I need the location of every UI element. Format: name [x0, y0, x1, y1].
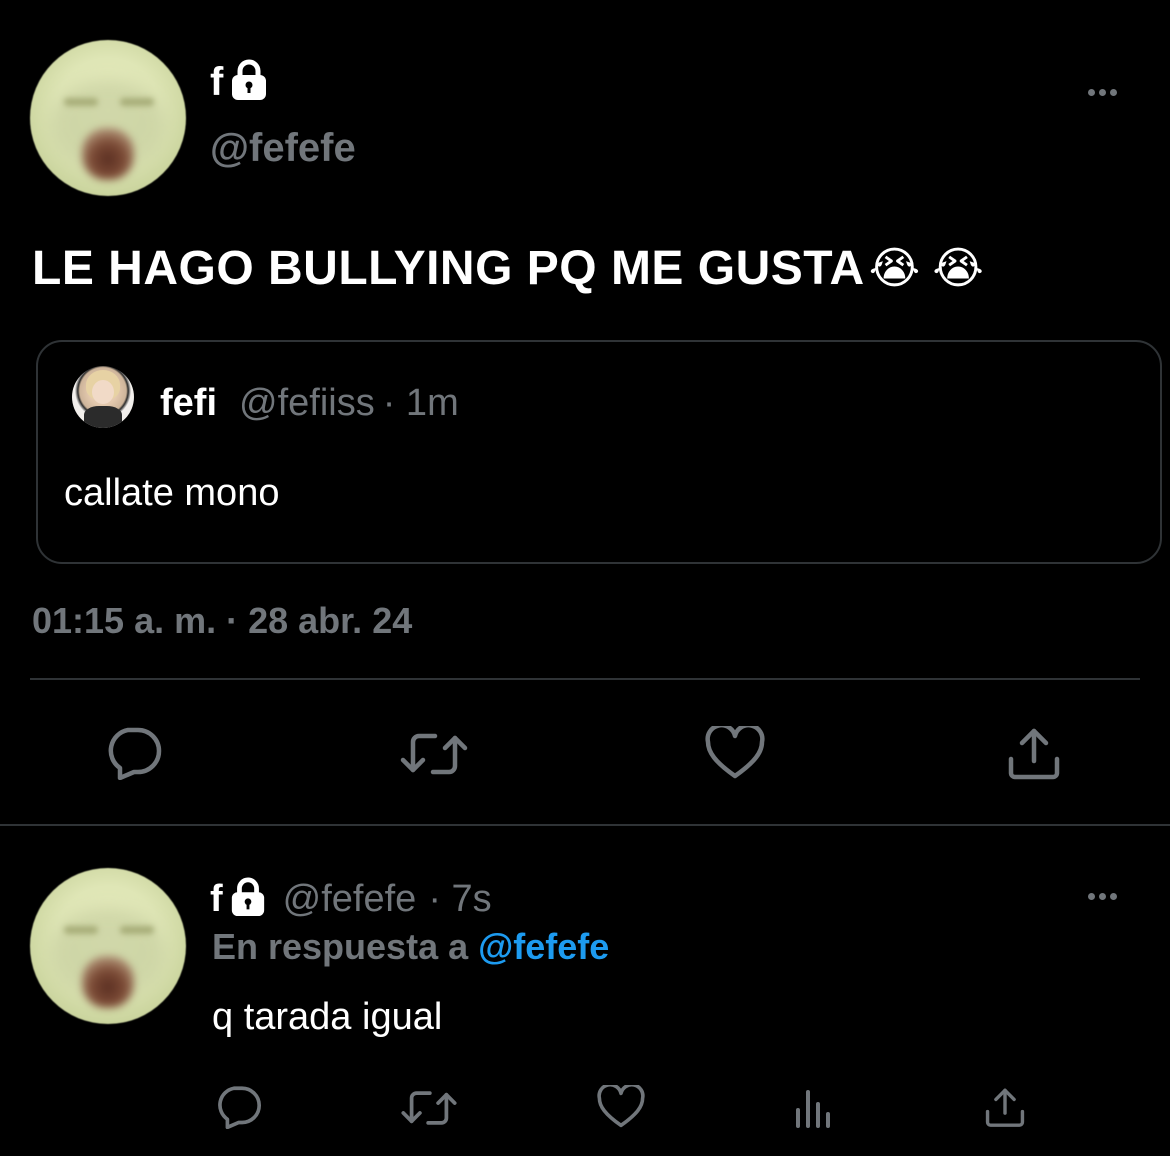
quoted-time: · 1m	[382, 381, 459, 424]
share-icon[interactable]	[982, 1084, 1028, 1130]
author-avatar[interactable]	[30, 40, 186, 196]
reply-display-name[interactable]: f	[210, 878, 223, 921]
tweet-text: LE HAGO BULLYING PQ ME GUSTA	[32, 241, 865, 295]
replying-to-prefix: En respuesta a	[212, 926, 469, 967]
author-handle[interactable]: @fefefe	[210, 124, 356, 172]
reply-icon[interactable]	[100, 722, 166, 784]
like-icon[interactable]	[596, 1084, 646, 1130]
share-icon[interactable]	[1004, 724, 1064, 782]
retweet-icon[interactable]	[398, 1086, 460, 1130]
reply-time: · 7s	[428, 877, 492, 920]
quoted-header: fefi @fefiiss · 1m	[160, 380, 459, 426]
reply-author-avatar[interactable]	[30, 868, 186, 1024]
quoted-avatar[interactable]	[72, 366, 134, 428]
author-display-name[interactable]: f	[210, 58, 223, 106]
more-options-icon[interactable]	[1088, 888, 1117, 904]
tweet-timestamp[interactable]: 01:15 a. m. · 28 abr. 24	[32, 598, 412, 644]
more-options-icon[interactable]	[1088, 84, 1117, 100]
retweet-icon[interactable]	[398, 726, 470, 782]
replying-to-line: En respuesta a @fefefe	[212, 924, 609, 970]
quoted-handle[interactable]: @fefiiss	[239, 382, 375, 425]
reply-text: q tarada igual	[212, 996, 443, 1038]
crying-emoji: 😭 😭	[868, 243, 984, 293]
lock-icon	[229, 877, 267, 922]
author-name-row: f	[210, 58, 269, 106]
reply-handle[interactable]: @fefefe	[283, 878, 417, 921]
reply-icon[interactable]	[212, 1084, 264, 1130]
quoted-tweet-card[interactable]	[36, 340, 1162, 564]
lock-icon	[229, 59, 269, 106]
analytics-icon[interactable]	[792, 1086, 834, 1130]
quoted-display-name[interactable]: fefi	[160, 382, 217, 425]
section-divider	[0, 824, 1170, 826]
replying-to-mention[interactable]: @fefefe	[478, 926, 609, 967]
tweet-text-row: LE HAGO BULLYING PQ ME GUSTA 😭 😭	[32, 238, 984, 298]
quoted-text: callate mono	[64, 472, 280, 514]
reply-header: f @fefefe · 7s	[210, 876, 492, 922]
divider	[30, 678, 1140, 680]
like-icon[interactable]	[704, 724, 766, 782]
